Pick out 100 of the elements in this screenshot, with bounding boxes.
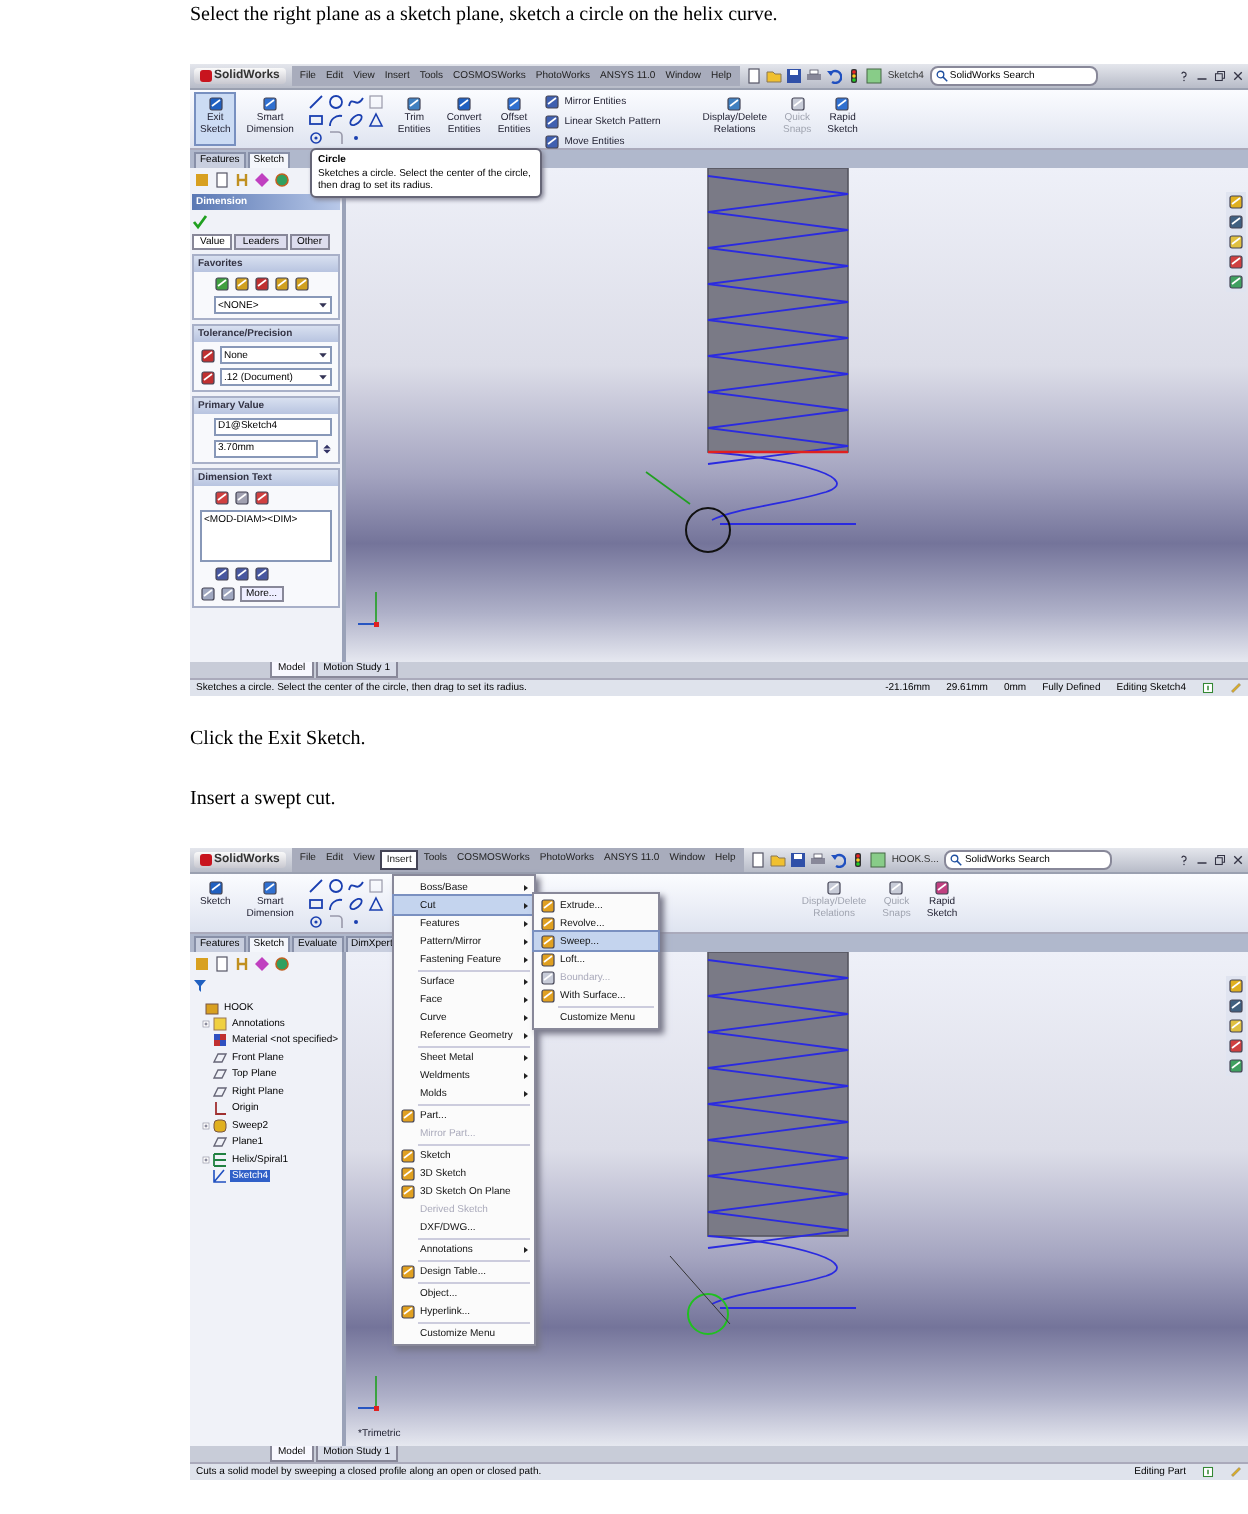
arc-icon [327,896,344,912]
tool-icon [834,96,851,112]
submenu-arrow-icon [522,919,530,927]
menu-item-icon [399,1303,415,1319]
ellipse-icon [347,896,364,912]
expand-plus-icon [202,1121,210,1129]
caret-icon [318,372,328,382]
tool-icon [544,114,561,130]
spin-arrows-icon [322,442,332,456]
helix-icon [212,1151,228,1167]
text-symbol-icon [214,490,230,506]
plane-icon [212,1134,228,1150]
expand-plus-icon [202,1019,210,1027]
sketch-circle [685,507,731,553]
point-icon [307,914,324,930]
submenu-arrow-icon [522,1053,530,1061]
tool-icon [544,134,561,150]
line-icon [307,94,324,110]
submenu-arrow-icon [522,955,530,963]
favorite-tool-icon [214,276,230,292]
selected-edge [708,450,848,454]
tool-icon [544,94,561,110]
tool-icon [789,96,806,112]
tool-icon [726,96,743,112]
submenu-arrow-icon [522,1245,530,1253]
configuration-icon [234,956,250,972]
save-icon [789,852,806,868]
restore-icon [1214,854,1226,866]
submenu-arrow-icon [522,1071,530,1079]
spline-icon [347,94,364,110]
traffic-light-icon [849,852,866,868]
favorite-tool-icon [234,276,250,292]
circle-icon [327,94,344,110]
part-icon [204,999,220,1015]
close-icon [1232,854,1244,866]
favorite-tool-icon [294,276,310,292]
submenu-arrow-icon [522,901,530,909]
align-right-icon [254,566,270,582]
printer-icon [805,68,822,84]
construction-icon [367,94,384,110]
submenu-arrow-icon [522,1089,530,1097]
tool-icon [207,96,224,112]
submenu-arrow-icon [522,883,530,891]
tolerance-icon [200,347,216,363]
close-icon [1232,70,1244,82]
property-manager-icon [214,956,230,972]
tool-icon [934,880,950,896]
ellipse-icon [347,112,364,128]
fillet-icon [327,914,344,930]
new-document-icon [749,852,766,868]
sweep-icon [212,1117,228,1133]
circle-icon [327,878,344,894]
feature-tree-icon [194,956,210,972]
polygon-icon [367,896,384,912]
point-icon [307,130,324,146]
tool-icon [826,880,843,896]
new-document-icon [745,68,762,84]
origin-icon [212,1100,228,1116]
instruction-text: Click the Exit Sketch. [190,728,368,754]
filter-icon [192,978,208,994]
axis-triad-icon [357,591,379,627]
ok-check-icon [192,214,208,230]
instruction-text: Insert a swept cut. [190,788,338,814]
arc-icon [327,112,344,128]
submenu-arrow-icon [522,937,530,945]
rectangle-icon [307,112,324,128]
align-left-icon [214,566,230,582]
tool-icon [207,880,224,896]
restore-icon [1214,70,1226,82]
dimxpert-icon [254,172,270,188]
caret-icon [318,300,328,310]
tool-icon [406,96,423,112]
caret-icon [318,350,328,360]
favorite-tool-icon [274,276,290,292]
dimxpert-icon [254,956,270,972]
save-icon [785,68,802,84]
favorite-tool-icon [254,276,270,292]
undo-icon [825,68,842,84]
axis-triad-icon [357,1375,379,1411]
property-manager-icon [214,172,230,188]
traffic-light-icon [845,68,862,84]
configuration-icon [234,172,250,188]
sketch-icon [212,1168,228,1184]
undo-icon [829,852,846,868]
align-center-icon [234,566,250,582]
line-icon [307,878,324,894]
text-symbol-icon [234,490,250,506]
tool-icon [262,880,279,896]
printer-icon [809,852,826,868]
spline-icon [347,878,364,894]
feature-tree-icon [194,172,210,188]
material-icon [212,1032,228,1048]
submenu-arrow-icon [522,995,530,1003]
tool-icon [506,96,523,112]
construction-line [669,1255,731,1325]
rectangle-icon [307,896,324,912]
search-icon [935,70,948,82]
menu-item-icon [399,1263,415,1279]
submenu-arrow-icon [522,977,530,985]
text-symbol-icon [254,490,270,506]
